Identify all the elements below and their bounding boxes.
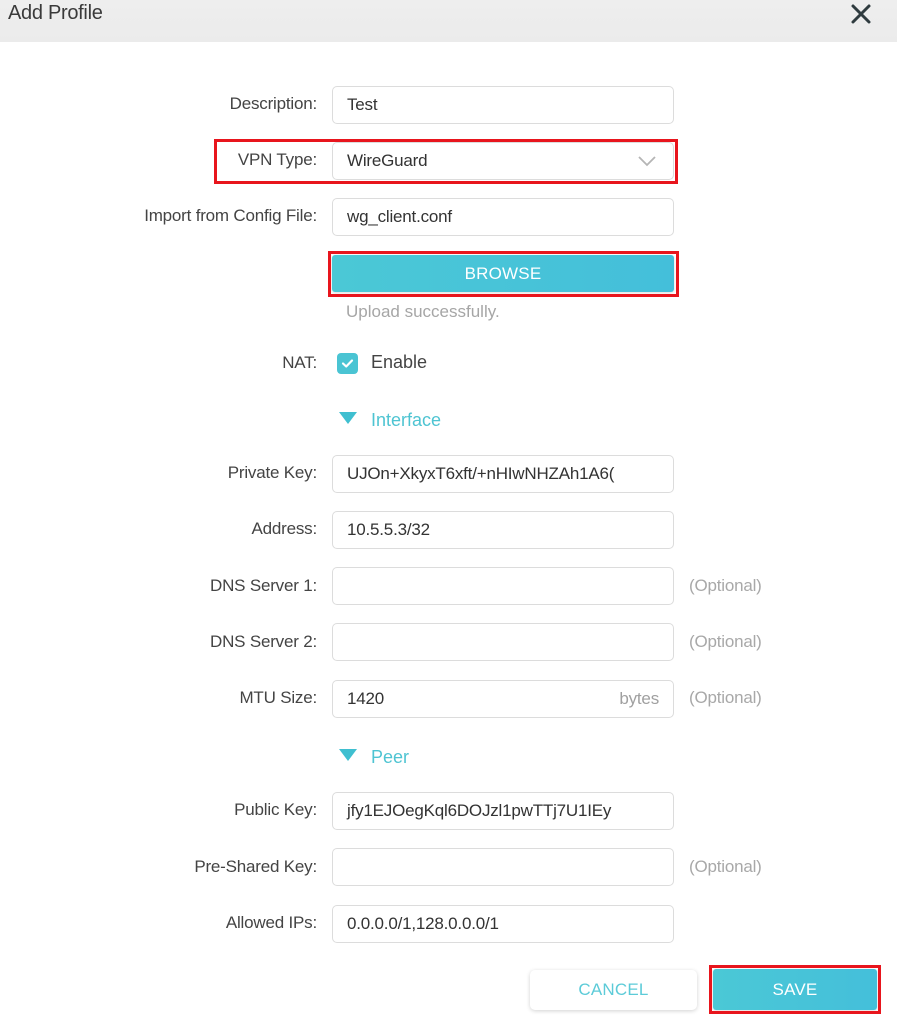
peer-section-toggle[interactable]: Peer [339, 747, 409, 768]
mtu-unit: bytes [619, 689, 659, 708]
cancel-button[interactable]: CANCEL [530, 970, 697, 1010]
triangle-down-icon [339, 749, 357, 761]
interface-section-toggle[interactable]: Interface [339, 410, 441, 431]
mtu-label: MTU Size: [239, 688, 317, 707]
dns1-label: DNS Server 1: [210, 576, 317, 595]
nat-checkbox[interactable] [337, 353, 358, 374]
dns1-input[interactable] [332, 567, 674, 605]
private-key-input[interactable]: UJOn+XkyxT6xft/+nHIwNHZAh1A6( [332, 455, 674, 493]
allowed-ips-value: 0.0.0.0/1,128.0.0.0/1 [347, 914, 499, 933]
description-value: Test [347, 95, 378, 114]
import-config-input[interactable]: wg_client.conf [332, 198, 674, 236]
dns1-optional-hint: (Optional) [689, 576, 762, 595]
description-input[interactable]: Test [332, 86, 674, 124]
dns2-label: DNS Server 2: [210, 632, 317, 651]
mtu-value: 1420 [347, 689, 385, 708]
dialog-title: Add Profile [8, 2, 103, 24]
dialog-header: Add Profile [0, 0, 897, 42]
mtu-input[interactable]: 1420 bytes [332, 680, 674, 718]
address-value: 10.5.5.3/32 [347, 520, 430, 539]
address-label: Address: [251, 519, 318, 538]
nat-label: NAT: [282, 353, 317, 372]
dns2-optional-hint: (Optional) [689, 632, 762, 651]
upload-status: Upload successfully. [346, 302, 500, 321]
import-config-value: wg_client.conf [347, 207, 452, 226]
browse-button[interactable]: BROWSE [332, 255, 674, 292]
vpn-type-value: WireGuard [347, 151, 428, 170]
public-key-label: Public Key: [234, 800, 317, 819]
public-key-input[interactable]: jfy1EJOegKql6DOJzl1pwTTj7U1IEy [332, 792, 674, 830]
triangle-down-icon [339, 412, 357, 424]
private-key-label: Private Key: [227, 463, 317, 482]
address-input[interactable]: 10.5.5.3/32 [332, 511, 674, 549]
vpn-type-select[interactable]: WireGuard [332, 142, 674, 180]
public-key-value: jfy1EJOegKql6DOJzl1pwTTj7U1IEy [347, 801, 612, 820]
psk-optional-hint: (Optional) [689, 857, 762, 876]
dns2-input[interactable] [332, 623, 674, 661]
nat-enable-label[interactable]: Enable [371, 352, 427, 373]
allowed-ips-label: Allowed IPs: [225, 913, 317, 932]
save-button[interactable]: SAVE [713, 969, 877, 1010]
allowed-ips-input[interactable]: 0.0.0.0/1,128.0.0.0/1 [332, 905, 674, 943]
interface-section-label: Interface [371, 410, 442, 430]
private-key-value: UJOn+XkyxT6xft/+nHIwNHZAh1A6( [347, 464, 615, 483]
vpn-type-label: VPN Type: [237, 150, 317, 169]
close-icon [851, 4, 871, 24]
mtu-optional-hint: (Optional) [689, 688, 762, 707]
import-config-label: Import from Config File: [144, 206, 317, 225]
close-button[interactable] [849, 2, 873, 26]
description-label: Description: [229, 94, 318, 113]
checkmark-icon [341, 359, 354, 368]
peer-section-label: Peer [371, 747, 410, 767]
psk-label: Pre-Shared Key: [194, 857, 317, 876]
psk-input[interactable] [332, 848, 674, 886]
chevron-down-icon [638, 156, 656, 167]
